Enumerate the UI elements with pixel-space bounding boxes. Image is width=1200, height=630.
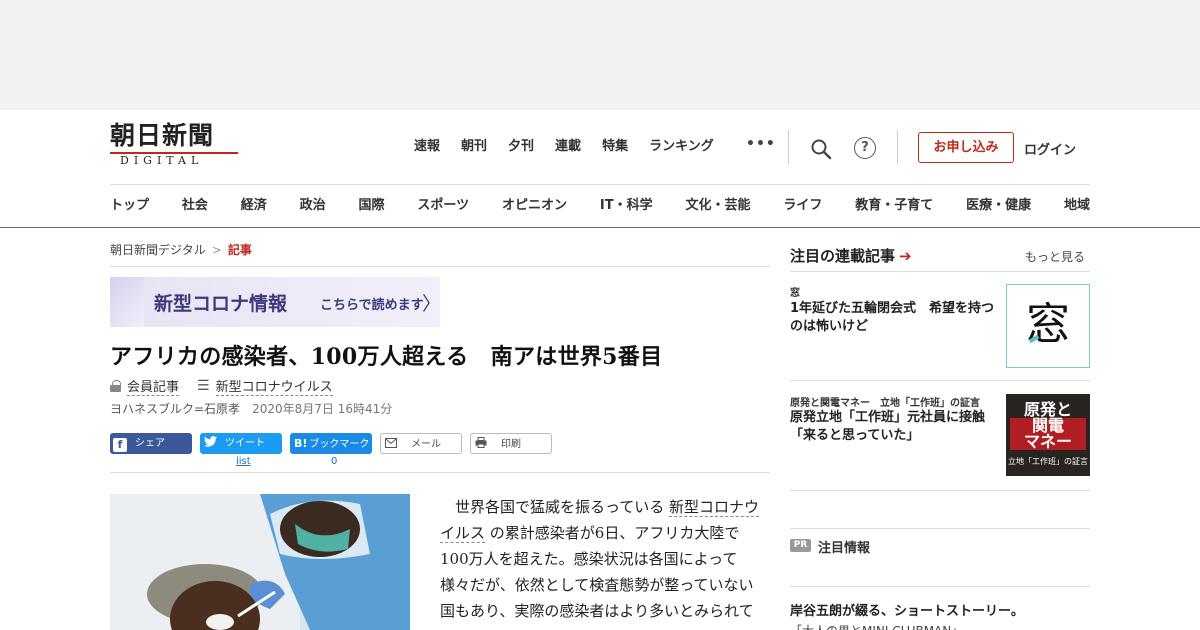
sidebar-rule	[790, 380, 1090, 381]
breadcrumb-separator: >	[211, 243, 222, 257]
top-ad-area	[0, 0, 1200, 110]
breadcrumb: 朝日新聞デジタル > 記事	[110, 241, 252, 258]
hatena-bookmark-icon: B!	[294, 437, 308, 450]
featured-series-heading[interactable]: 注目の連載記事 ➔	[790, 245, 912, 266]
twitter-share-label: ツイート	[225, 438, 265, 449]
banner-decoration	[110, 277, 144, 327]
article-body-rest: の累計感染者が6日、アフリカ大陸で100万人を超えた。感染状況は各国によって様々…	[440, 524, 754, 630]
header-divider	[788, 130, 789, 164]
sidebar-rule	[790, 586, 1090, 587]
arrow-right-icon: ➔	[899, 247, 912, 265]
mail-icon	[385, 434, 397, 455]
asahi-digital-logo[interactable]: 朝日新聞 DIGITAL	[110, 122, 242, 170]
article-body-lead: 世界各国で猛威を振るっている	[455, 498, 665, 516]
category-economy[interactable]: 経済	[241, 196, 267, 216]
featured-series-title: 注目の連載記事	[790, 247, 896, 265]
print-button[interactable]: 印刷	[470, 433, 552, 454]
topic-link[interactable]: 新型コロナウイルス	[215, 376, 333, 396]
facebook-icon: f	[113, 438, 127, 452]
article-headline: アフリカの感染者、100万人超える 南アは世界5番目	[110, 344, 663, 370]
facebook-share-label: シェア	[135, 438, 165, 449]
sidebar-rule	[790, 490, 1090, 491]
category-nav: トップ 社会 経済 政治 国際 スポーツ オピニオン IT・科学 文化・芸能 ラ…	[110, 196, 1090, 216]
series-thumbnail-mado[interactable]: 窓	[1006, 284, 1090, 368]
login-link[interactable]: ログイン	[1024, 139, 1076, 158]
mail-share-label: メール	[411, 439, 441, 450]
top-nav: 速報 朝刊 夕刊 連載 特集 ランキング	[414, 137, 735, 157]
promo-subtitle[interactable]: 「大人の男とMINI CLUBMAN」	[790, 622, 963, 630]
twitter-share-button[interactable]: ツイート	[200, 433, 282, 454]
byline-author: ヨハネスブルク=石原孝	[110, 402, 241, 416]
more-menu-icon[interactable]: •••	[746, 136, 776, 152]
category-top[interactable]: トップ	[110, 196, 149, 216]
category-education[interactable]: 教育・子育て	[855, 196, 933, 216]
help-icon[interactable]: ?	[854, 137, 876, 159]
category-local[interactable]: 地域	[1064, 196, 1090, 216]
series-article-title-mado[interactable]: 1年延びた五輪閉会式 希望を持つのは怖いけど	[790, 300, 998, 336]
banner-subtitle: こちらで読めます	[320, 298, 424, 313]
search-icon[interactable]	[810, 138, 832, 160]
top-nav-yuukan[interactable]: 夕刊	[508, 137, 534, 157]
article-body: 世界各国で猛威を振るっている 新型コロナウイルス の累計感染者が6日、アフリカ大…	[440, 494, 760, 630]
header-divider	[897, 130, 898, 164]
category-culture[interactable]: 文化・芸能	[685, 196, 750, 216]
lock-icon	[110, 380, 121, 392]
series-thumbnail-genpatsu[interactable]: 原発と 関電 マネー 立地「工作班」の証言	[1006, 394, 1090, 476]
facebook-share-button[interactable]: f シェア	[110, 433, 192, 454]
top-nav-tokushu[interactable]: 特集	[602, 137, 628, 157]
pr-heading: 注目情報	[818, 541, 871, 556]
member-article-link[interactable]: 会員記事	[127, 376, 180, 396]
promo-title[interactable]: 岸谷五朗が綴る、ショートストーリー。	[790, 600, 1024, 619]
article-photo[interactable]	[110, 494, 410, 630]
hatena-bookmark-count[interactable]: 0	[331, 456, 337, 467]
category-life[interactable]: ライフ	[783, 196, 822, 216]
series-kicker-genpatsu[interactable]: 原発と関電マネー 立地「工作班」の証言	[790, 394, 980, 409]
category-opinion[interactable]: オピニオン	[502, 196, 567, 216]
corona-info-banner[interactable]: 新型コロナ情報 こちらで読めます 〉	[110, 277, 442, 327]
twitter-bird-icon	[204, 433, 217, 454]
article-tags: 会員記事 ☰ 新型コロナウイルス	[110, 376, 333, 396]
hatena-bookmark-label: ブックマーク	[309, 439, 370, 450]
see-more-link[interactable]: もっと見る	[1025, 248, 1085, 265]
header-bottom-rule	[0, 227, 1200, 228]
banner-title: 新型コロナ情報	[154, 293, 288, 315]
breadcrumb-home[interactable]: 朝日新聞デジタル	[110, 243, 206, 257]
top-nav-choukan[interactable]: 朝刊	[461, 137, 487, 157]
hatena-bookmark-button[interactable]: B! ブックマーク	[290, 433, 372, 454]
publish-date: 2020年8月7日 16時41分	[252, 402, 393, 416]
top-nav-rensai[interactable]: 連載	[555, 137, 581, 157]
top-nav-sokuho[interactable]: 速報	[414, 137, 440, 157]
breadcrumb-current: 記事	[227, 243, 252, 257]
genpatsu-thumb-line2: 関電 マネー	[1010, 418, 1086, 450]
category-it-science[interactable]: IT・科学	[600, 196, 653, 216]
category-society[interactable]: 社会	[182, 196, 208, 216]
mado-logo-glyph: 窓	[1026, 299, 1070, 350]
category-health[interactable]: 医療・健康	[966, 196, 1031, 216]
sidebar-rule	[790, 528, 1090, 529]
print-label: 印刷	[501, 439, 521, 450]
series-article-title-genpatsu[interactable]: 原発立地「工作班」元社員に接触 「来ると思っていた」	[790, 409, 998, 445]
top-nav-ranking[interactable]: ランキング	[649, 137, 714, 157]
sidebar-rule	[790, 271, 1090, 272]
article-byline: ヨハネスブルク=石原孝 2020年8月7日 16時41分	[110, 400, 392, 417]
breadcrumb-rule	[110, 266, 770, 267]
logo-kanji: 朝日新聞	[110, 121, 215, 150]
logo-digital: DIGITAL	[120, 154, 204, 167]
category-politics[interactable]: 政治	[300, 196, 326, 216]
list-icon: ☰	[197, 378, 210, 394]
mail-share-button[interactable]: メール	[380, 433, 462, 454]
subscribe-button[interactable]: お申し込み	[918, 132, 1014, 163]
genpatsu-thumb-line3: 立地「工作班」の証言	[1008, 457, 1088, 466]
printer-icon	[475, 434, 487, 455]
category-divider	[110, 184, 1090, 185]
category-international[interactable]: 国際	[359, 196, 385, 216]
series-kicker-mado[interactable]: 窓	[790, 284, 800, 299]
chevron-right-icon: 〉	[422, 293, 442, 315]
pr-badge: PR	[790, 539, 811, 552]
twitter-share-count[interactable]: list	[236, 456, 251, 467]
category-sports[interactable]: スポーツ	[417, 196, 469, 216]
share-rule	[110, 472, 770, 473]
